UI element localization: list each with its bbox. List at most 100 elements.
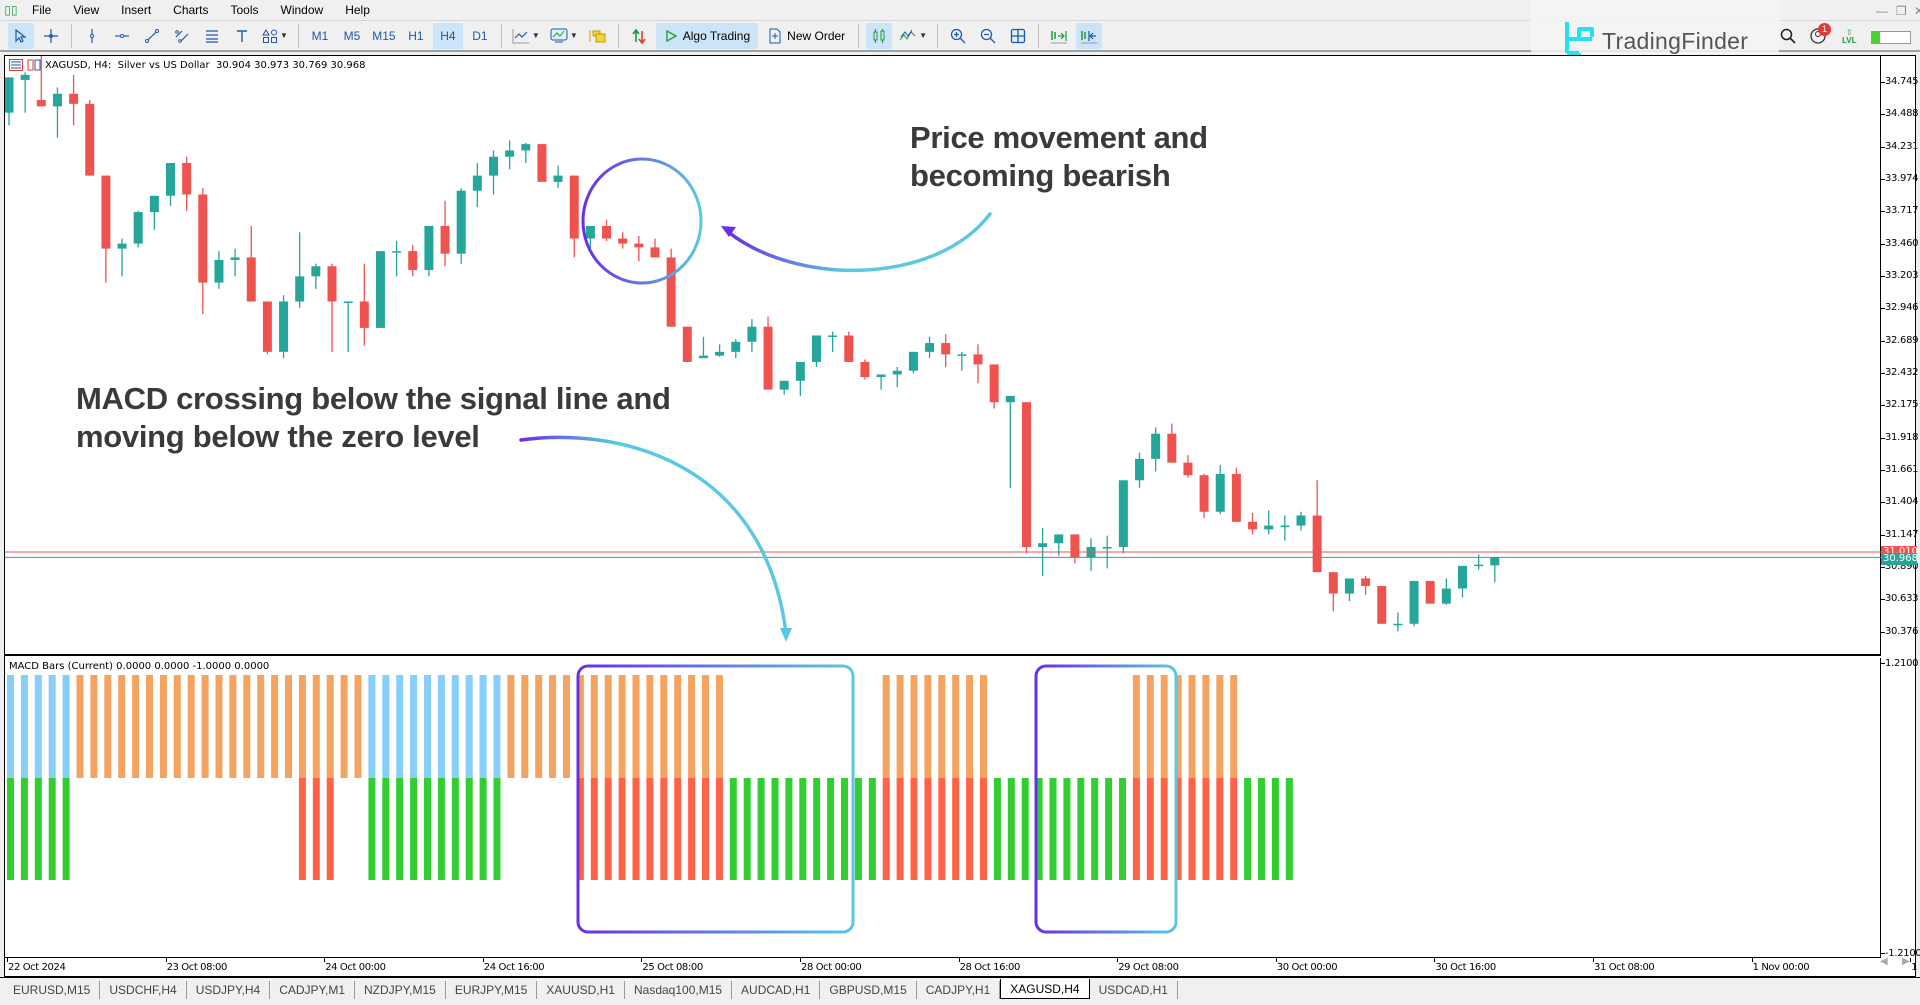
crosshair-tool-button[interactable] bbox=[38, 23, 64, 49]
macd-bar-upper-orange bbox=[938, 675, 946, 778]
chart-shift-button[interactable] bbox=[1076, 22, 1103, 49]
menu-help[interactable]: Help bbox=[335, 0, 382, 20]
timeframe-m15[interactable]: M15 bbox=[369, 23, 399, 49]
profiles-button[interactable] bbox=[585, 23, 611, 49]
menu-file[interactable]: File bbox=[22, 0, 63, 20]
macd-bar-upper-orange bbox=[285, 675, 292, 778]
price-axis-label: 32.175 bbox=[1885, 399, 1919, 411]
macd-bar-upper-orange bbox=[271, 675, 279, 778]
macd-bar-upper-blue bbox=[479, 675, 487, 778]
candle-bearish bbox=[860, 361, 870, 378]
level-button[interactable]: ⇧ LVL bbox=[1842, 29, 1857, 45]
candle-bearish bbox=[1199, 475, 1209, 512]
menu-window[interactable]: Window bbox=[271, 0, 336, 20]
price-axis-label: 33.203 bbox=[1885, 269, 1919, 281]
macd-bar-upper-blue bbox=[465, 675, 473, 778]
macd-indicator-pane[interactable]: MACD Bars (Current) 0.0000 0.0000 -1.000… bbox=[5, 658, 1881, 958]
menu-charts[interactable]: Charts bbox=[163, 0, 220, 20]
cursor-tool-button[interactable] bbox=[8, 22, 34, 49]
candle-bullish bbox=[908, 351, 918, 371]
time-axis-label: 22 Oct 2024 bbox=[8, 962, 66, 973]
chart-window[interactable]: XAGUSD, H4: Silver vs US Dollar 30.904 3… bbox=[4, 55, 1920, 978]
bid-price-tag: 30.968 bbox=[1881, 553, 1918, 566]
price-chart-pane[interactable]: XAGUSD, H4: Silver vs US Dollar 30.904 3… bbox=[5, 56, 1881, 656]
candle-bullish bbox=[5, 77, 14, 113]
macd-bar-lower-red bbox=[674, 778, 682, 880]
toolbar-separator bbox=[500, 23, 502, 48]
restore-window-button[interactable]: ❐ bbox=[1896, 4, 1907, 18]
chart-tab-usdjpy-h4[interactable]: USDJPY,H4 bbox=[187, 981, 271, 999]
macd-bar-upper-orange bbox=[173, 675, 181, 778]
macd-bar-lower-green bbox=[382, 778, 390, 880]
macd-bar-lower-green bbox=[854, 778, 862, 880]
chart-tab-nzdjpy-m15[interactable]: NZDJPY,M15 bbox=[355, 981, 446, 999]
close-window-button[interactable]: ✕ bbox=[1914, 4, 1920, 18]
time-axis[interactable]: 22 Oct 2024 23 Oct 08:00 24 Oct 00:00 24 Oc… bbox=[5, 958, 1920, 978]
macd-bar-lower-red bbox=[646, 778, 654, 880]
timeframe-m5[interactable]: M5 bbox=[337, 23, 367, 49]
line-chart-button[interactable]: ▼ bbox=[896, 23, 930, 49]
fibonacci-tool-button[interactable] bbox=[199, 23, 225, 49]
menu-tools[interactable]: Tools bbox=[221, 0, 271, 20]
account-notifications-button[interactable]: 1 bbox=[1810, 22, 1831, 48]
candle-bullish bbox=[1409, 580, 1419, 624]
menu-insert[interactable]: Insert bbox=[111, 0, 163, 20]
cursor-arrow-icon bbox=[15, 28, 27, 43]
chart-tab-usdcad-h1[interactable]: USDCAD,H1 bbox=[1090, 981, 1178, 999]
macd-bar-upper-orange bbox=[229, 675, 237, 778]
candlestick-chart-button[interactable] bbox=[866, 22, 893, 49]
market-watch-button[interactable] bbox=[626, 23, 652, 49]
shapes-tool-button[interactable]: ▼ bbox=[259, 23, 291, 49]
tabs-scroll-left-button[interactable]: ◀ bbox=[1880, 956, 1888, 967]
zoom-out-button[interactable] bbox=[975, 23, 1001, 49]
chart-tab-xauusd-h1[interactable]: XAUUSD,H1 bbox=[537, 981, 625, 999]
candle-bearish bbox=[85, 103, 95, 176]
timeframe-h4[interactable]: H4 bbox=[432, 22, 463, 49]
algo-trading-button[interactable]: Algo Trading bbox=[655, 22, 759, 49]
text-tool-button[interactable] bbox=[229, 23, 255, 49]
price-axis-label: 32.946 bbox=[1885, 302, 1919, 314]
templates-button[interactable]: ▼ bbox=[547, 23, 581, 49]
chart-tab-eurjpy-m15[interactable]: EURJPY,M15 bbox=[446, 981, 538, 999]
chart-tab-eurusd-m15[interactable]: EURUSD,M15 bbox=[4, 981, 101, 999]
macd-bar-upper-orange bbox=[924, 675, 932, 778]
minimize-window-button[interactable]: — bbox=[1876, 4, 1888, 18]
chart-tab-gbpusd-m15[interactable]: GBPUSD,M15 bbox=[820, 981, 917, 999]
channel-tool-button[interactable] bbox=[169, 23, 195, 49]
candle-bullish bbox=[1280, 525, 1290, 528]
timeframe-h1[interactable]: H1 bbox=[401, 23, 431, 49]
macd-bars-group bbox=[7, 675, 1293, 880]
timeframe-d1[interactable]: D1 bbox=[465, 23, 495, 49]
macd-bar-lower-red bbox=[604, 778, 612, 880]
trendline-tool-button[interactable] bbox=[139, 23, 165, 49]
candle-bullish bbox=[1151, 433, 1161, 459]
level-progress-bar bbox=[1870, 30, 1911, 44]
zoom-in-button[interactable] bbox=[945, 23, 971, 49]
candle-bullish bbox=[779, 380, 789, 390]
vertical-line-tool-button[interactable] bbox=[79, 23, 105, 49]
autoscroll-button[interactable] bbox=[1046, 23, 1072, 49]
candle-bullish bbox=[1296, 515, 1306, 526]
timeframe-m1[interactable]: M1 bbox=[305, 23, 335, 49]
macd-bar-upper-orange bbox=[76, 675, 84, 778]
chart-tab-nasdaq100-m15[interactable]: Nasdaq100,M15 bbox=[625, 981, 733, 999]
tabs-scroll-right-button[interactable]: ▶ bbox=[1902, 956, 1910, 967]
price-axis[interactable]: 34.745 34.488 34.231 33.974 33.717 33.460 33.2… bbox=[1881, 56, 1919, 656]
search-button[interactable] bbox=[1780, 28, 1796, 47]
chart-tab-cadjpy-h1[interactable]: CADJPY,H1 bbox=[917, 981, 1001, 999]
chart-tab-cadjpy-m1[interactable]: CADJPY,M1 bbox=[270, 981, 355, 999]
candle-bearish bbox=[1425, 580, 1435, 604]
horizontal-line-tool-button[interactable] bbox=[109, 23, 135, 49]
chart-tab-usdchf-h4[interactable]: USDCHF,H4 bbox=[100, 981, 187, 999]
price-axis-label: 30.376 bbox=[1885, 625, 1919, 637]
chart-tab-xagusd-h4[interactable]: XAGUSD,H4 bbox=[1000, 979, 1090, 999]
annotation-line: MACD crossing below the signal line and bbox=[76, 381, 671, 416]
chart-tab-audcad-h1[interactable]: AUDCAD,H1 bbox=[732, 981, 821, 999]
menu-view[interactable]: View bbox=[63, 0, 111, 20]
macd-bar-lower-green bbox=[868, 778, 876, 880]
candle-bearish bbox=[262, 301, 272, 352]
new-order-button[interactable]: New Order bbox=[762, 23, 851, 49]
chevron-down-icon: ▼ bbox=[531, 31, 540, 40]
indicators-button[interactable]: ▼ bbox=[509, 23, 543, 49]
tile-windows-button[interactable] bbox=[1005, 23, 1031, 49]
